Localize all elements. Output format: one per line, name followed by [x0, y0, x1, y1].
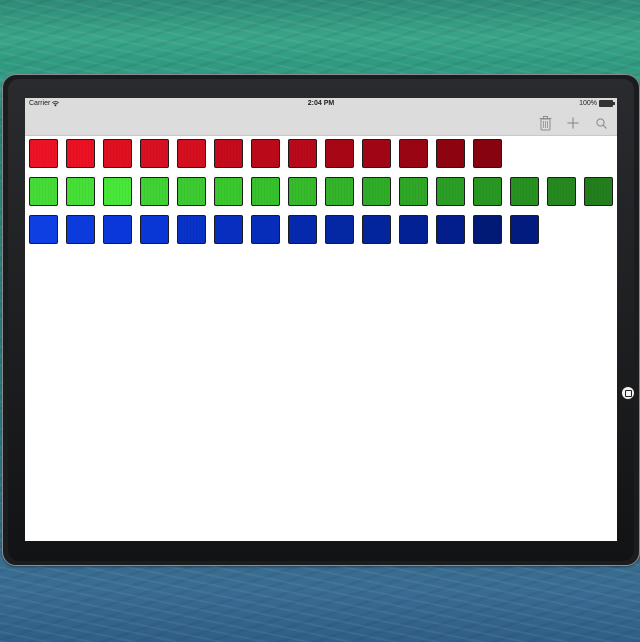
color-tile-blue-1[interactable] [29, 215, 58, 244]
color-tile-blue-13[interactable] [473, 215, 502, 244]
status-time: 2:04 PM [307, 100, 335, 107]
color-tile-green-12[interactable] [436, 177, 465, 206]
color-tile-blue-8[interactable] [288, 215, 317, 244]
color-tile-green-9[interactable] [325, 177, 354, 206]
color-tile-red-8[interactable] [288, 139, 317, 168]
trash-icon [539, 115, 551, 130]
color-tile-red-13[interactable] [473, 139, 502, 168]
color-tile-blue-12[interactable] [436, 215, 465, 244]
color-tile-red-1[interactable] [29, 139, 58, 168]
battery-percent: 100% [579, 100, 597, 107]
color-tile-green-10[interactable] [362, 177, 391, 206]
color-tile-green-8[interactable] [288, 177, 317, 206]
color-tile-green-13[interactable] [473, 177, 502, 206]
color-tile-red-10[interactable] [362, 139, 391, 168]
color-tile-red-2[interactable] [66, 139, 95, 168]
color-tile-blue-5[interactable] [177, 215, 206, 244]
color-tile-green-4[interactable] [140, 177, 169, 206]
color-tile-red-6[interactable] [214, 139, 243, 168]
color-tile-red-3[interactable] [103, 139, 132, 168]
add-button[interactable] [563, 113, 583, 133]
color-tile-blue-2[interactable] [66, 215, 95, 244]
color-tile-green-7[interactable] [251, 177, 280, 206]
status-bar: Carrier 2:04 PM 100% [25, 98, 617, 110]
app-screen: Carrier 2:04 PM 100% [25, 98, 617, 541]
trash-button[interactable] [535, 113, 555, 133]
color-tile-red-4[interactable] [140, 139, 169, 168]
home-button[interactable] [621, 386, 635, 400]
color-tile-green-14[interactable] [510, 177, 539, 206]
color-tile-green-3[interactable] [103, 177, 132, 206]
color-tile-green-2[interactable] [66, 177, 95, 206]
color-tile-red-9[interactable] [325, 139, 354, 168]
search-button[interactable] [591, 113, 611, 133]
color-tile-green-15[interactable] [547, 177, 576, 206]
color-tile-blue-6[interactable] [214, 215, 243, 244]
color-tile-blue-14[interactable] [510, 215, 539, 244]
battery-icon [599, 100, 615, 107]
color-tile-green-11[interactable] [399, 177, 428, 206]
navigation-toolbar [25, 110, 617, 136]
color-tile-blue-3[interactable] [103, 215, 132, 244]
color-tile-green-1[interactable] [29, 177, 58, 206]
color-tile-green-16[interactable] [584, 177, 613, 206]
color-tile-red-12[interactable] [436, 139, 465, 168]
search-icon [595, 117, 607, 129]
color-tile-green-5[interactable] [177, 177, 206, 206]
color-tile-blue-9[interactable] [325, 215, 354, 244]
color-tile-blue-7[interactable] [251, 215, 280, 244]
color-tile-red-5[interactable] [177, 139, 206, 168]
battery-indicator: 100% [579, 100, 615, 107]
color-tile-green-6[interactable] [214, 177, 243, 206]
color-tile-blue-11[interactable] [399, 215, 428, 244]
color-tile-red-7[interactable] [251, 139, 280, 168]
color-tile-blue-4[interactable] [140, 215, 169, 244]
plus-icon [567, 117, 579, 129]
color-tile-blue-10[interactable] [362, 215, 391, 244]
color-tile-red-11[interactable] [399, 139, 428, 168]
